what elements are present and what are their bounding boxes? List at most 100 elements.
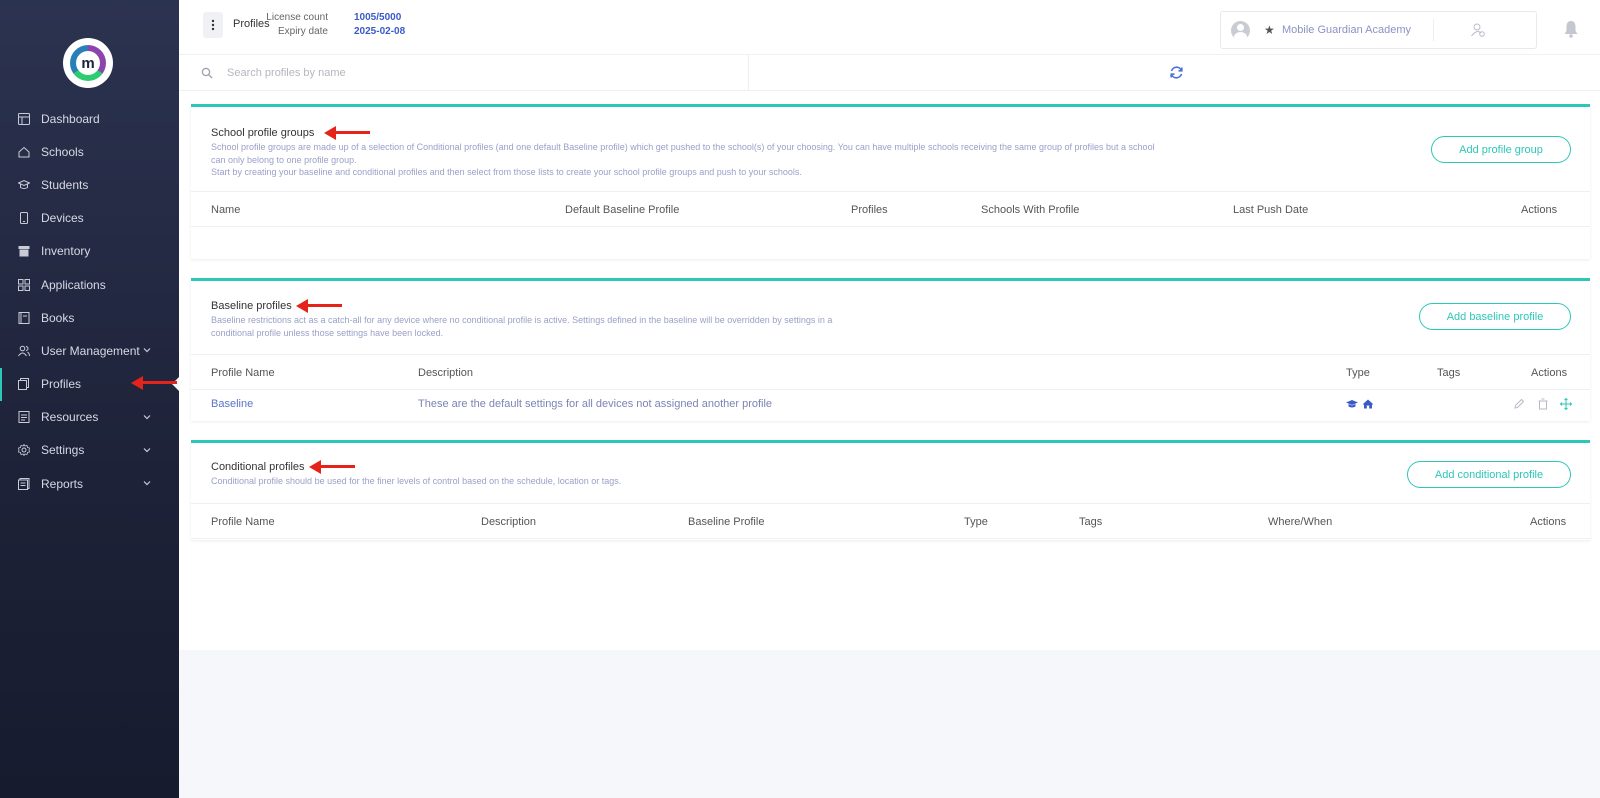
kebab-icon: [211, 19, 215, 31]
avatar[interactable]: [1231, 21, 1250, 40]
column-header[interactable]: Tags: [1437, 367, 1460, 379]
sidebar-item-students[interactable]: Students: [0, 168, 179, 201]
column-header[interactable]: Tags: [1079, 516, 1102, 528]
section-description: School profile groups are made up of a s…: [211, 142, 1155, 165]
move-icon[interactable]: [1560, 398, 1572, 410]
sidebar-item-label: Reports: [41, 476, 84, 491]
sidebar-item-label: Books: [41, 310, 75, 325]
chevron-down-icon: [143, 414, 151, 420]
graduation-cap-icon: [1346, 400, 1358, 408]
column-header[interactable]: Description: [481, 516, 536, 528]
sidebar-item-label: Students: [41, 177, 89, 192]
add-profile-group-button[interactable]: Add profile group: [1431, 136, 1571, 163]
divider: [748, 55, 749, 91]
sidebar-item-label: Applications: [41, 277, 106, 292]
column-header[interactable]: Type: [1346, 367, 1370, 379]
chevron-down-icon: [143, 348, 151, 353]
sidebar-item-label: Resources: [41, 410, 99, 425]
device-icon: [18, 212, 30, 225]
refresh-icon[interactable]: [1169, 65, 1184, 80]
table-header: Name Default Baseline Profile Profiles S…: [191, 191, 1590, 227]
grid-icon: [18, 278, 30, 291]
column-header[interactable]: Default Baseline Profile: [565, 204, 679, 216]
school-profile-groups-card: School profile groups School profile gro…: [191, 104, 1590, 259]
kebab-menu-button[interactable]: [203, 12, 223, 38]
arrow-shaft: [319, 465, 355, 468]
section-title: School profile groups: [211, 127, 315, 139]
table-row[interactable]: Baseline These are the default settings …: [191, 389, 1590, 419]
annotation-arrow-groups: [324, 126, 370, 140]
school-selector[interactable]: ★ Mobile Guardian Academy: [1220, 11, 1537, 49]
app-logo[interactable]: m: [66, 41, 110, 85]
sidebar-item-label: Devices: [41, 211, 84, 226]
column-header[interactable]: Name: [211, 204, 240, 216]
sidebar-item-books[interactable]: Books: [0, 301, 179, 334]
column-header[interactable]: Type: [964, 516, 988, 528]
annotation-arrow-baseline: [296, 299, 342, 313]
search-bar: [179, 55, 1600, 91]
annotation-arrow-profiles: [131, 376, 177, 390]
sidebar-item-settings[interactable]: Settings: [0, 434, 179, 467]
column-header[interactable]: Where/When: [1268, 516, 1332, 528]
column-header[interactable]: Baseline Profile: [688, 516, 764, 528]
resources-icon: [18, 411, 30, 424]
sidebar-item-inventory[interactable]: Inventory: [0, 235, 179, 268]
chevron-down-icon: [143, 447, 151, 453]
sidebar-item-devices[interactable]: Devices: [0, 202, 179, 235]
add-baseline-profile-button[interactable]: Add baseline profile: [1419, 303, 1571, 330]
chevron-down-icon: [143, 481, 151, 486]
top-bar: Profiles License count 1005/5000 Expiry …: [179, 0, 1600, 55]
section-title: Conditional profiles: [211, 461, 305, 473]
profile-description: These are the default settings for all d…: [418, 398, 773, 410]
graduation-cap-icon: [18, 179, 30, 191]
inventory-icon: [18, 245, 30, 257]
baseline-profiles-card: Baseline profiles Baseline restrictions …: [191, 278, 1590, 421]
profile-name-link[interactable]: Baseline: [211, 398, 253, 410]
sidebar-item-label: Schools: [41, 144, 84, 159]
column-header[interactable]: Profile Name: [211, 516, 275, 528]
sidebar-item-resources[interactable]: Resources: [0, 401, 179, 434]
section-description: Conditional profile should be used for t…: [211, 476, 622, 486]
search-icon: [201, 67, 213, 79]
trash-icon[interactable]: [1537, 398, 1549, 410]
sidebar-item-reports[interactable]: Reports: [0, 467, 179, 500]
column-header[interactable]: Profiles: [851, 204, 888, 216]
arrow-shaft: [306, 304, 342, 307]
section-title: Baseline profiles: [211, 300, 292, 312]
sidebar-item-schools[interactable]: Schools: [0, 135, 179, 168]
column-header: Actions: [1531, 367, 1568, 379]
column-header: Actions: [1530, 516, 1567, 528]
column-header[interactable]: Schools With Profile: [981, 204, 1079, 216]
expiry-date-value: 2025-02-08: [354, 26, 406, 37]
column-header[interactable]: Last Push Date: [1233, 204, 1308, 216]
reports-icon: [18, 477, 30, 490]
divider: [1433, 19, 1434, 41]
add-conditional-profile-button[interactable]: Add conditional profile: [1407, 461, 1571, 488]
bell-icon[interactable]: [1563, 20, 1579, 38]
column-header: Actions: [1521, 204, 1558, 216]
profiles-icon: [18, 378, 30, 391]
gear-icon: [18, 444, 30, 457]
expiry-date-label: Expiry date: [277, 26, 328, 37]
sidebar: m Dashboard Schools Students Devices Inv…: [0, 0, 179, 798]
sidebar-item-label: Dashboard: [41, 111, 100, 126]
section-description: Baseline restrictions act as a catch-all…: [211, 315, 833, 338]
search-input[interactable]: [227, 62, 727, 84]
book-icon: [18, 311, 30, 324]
license-count-label: License count: [266, 12, 328, 23]
sidebar-item-applications[interactable]: Applications: [0, 268, 179, 301]
table-header: Profile Name Description Type Tags Actio…: [191, 354, 1590, 390]
column-header[interactable]: Description: [418, 367, 473, 379]
annotation-arrow-conditional: [309, 460, 355, 474]
user-settings-icon[interactable]: [1470, 22, 1486, 38]
conditional-profiles-card: Conditional profiles Conditional profile…: [191, 440, 1590, 540]
edit-icon[interactable]: [1513, 398, 1525, 410]
column-header[interactable]: Profile Name: [211, 367, 275, 379]
sidebar-item-label: Inventory: [41, 244, 91, 259]
arrow-shaft: [141, 381, 177, 384]
sidebar-item-user-management[interactable]: User Management: [0, 334, 179, 367]
sidebar-item-label: Profiles: [41, 377, 82, 392]
sidebar-item-label: User Management: [41, 343, 140, 358]
home-icon: [1362, 399, 1374, 409]
sidebar-item-dashboard[interactable]: Dashboard: [0, 102, 179, 135]
